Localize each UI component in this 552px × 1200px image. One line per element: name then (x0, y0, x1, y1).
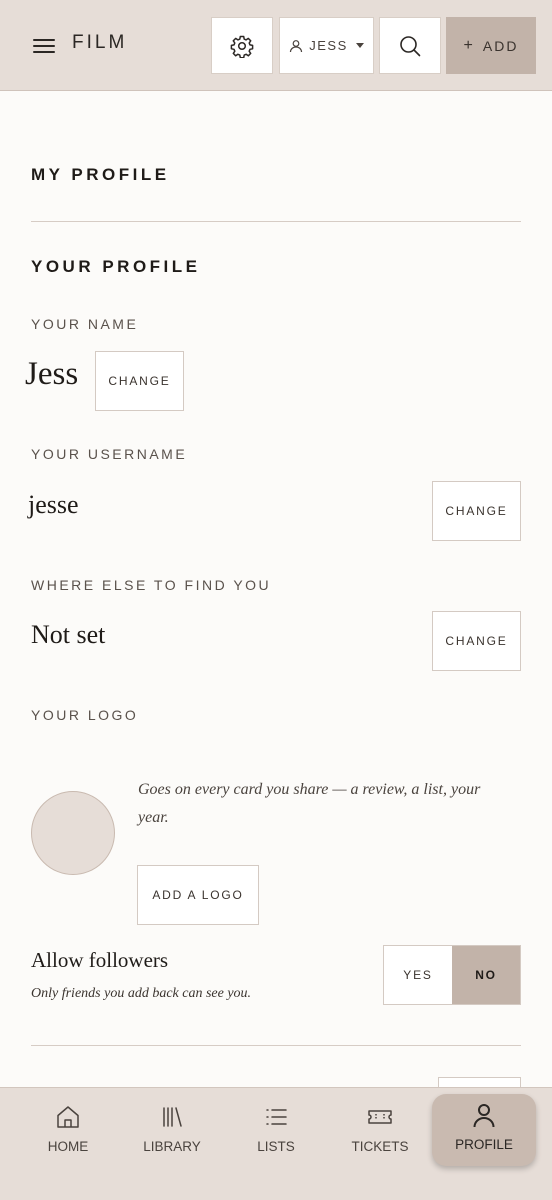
top-bar: FILM JESS + ADD (0, 0, 552, 91)
followers-title: Allow followers (31, 948, 169, 972)
profile-icon (473, 1104, 495, 1128)
nav-item-tickets[interactable]: TICKETS (328, 1096, 432, 1166)
user-menu-button[interactable]: JESS (279, 17, 374, 74)
settings-button[interactable] (211, 17, 273, 74)
nav-label: LISTS (257, 1139, 295, 1154)
username-label: YOUR USERNAME (31, 446, 188, 462)
add-logo-button[interactable]: ADD A LOGO (137, 865, 259, 925)
nav-item-profile[interactable]: PROFILE (432, 1094, 536, 1166)
gear-icon (230, 35, 254, 58)
divider (31, 1045, 521, 1046)
followers-yes-button[interactable]: YES (384, 946, 452, 1004)
page-title: MY PROFILE (31, 165, 170, 184)
username-value: jesse (28, 490, 79, 519)
logo-description: Goes on every card you share — a review,… (138, 781, 481, 826)
profile-content: MY PROFILE YOUR PROFILE YOUR NAME Jess C… (0, 92, 552, 1088)
nav-item-lists[interactable]: LISTS (224, 1096, 328, 1166)
followers-toggle: YES NO (383, 945, 521, 1005)
change-username-button[interactable]: CHANGE (432, 481, 521, 541)
change-links-button[interactable]: CHANGE (432, 611, 521, 671)
brand-title: FILM (72, 32, 128, 53)
links-label: WHERE ELSE TO FIND YOU (31, 577, 272, 593)
user-icon (290, 39, 303, 52)
menu-icon[interactable] (33, 38, 55, 54)
followers-no-button[interactable]: NO (452, 946, 520, 1004)
chevron-down-icon (355, 43, 364, 48)
ticket-icon (368, 1110, 392, 1124)
plus-icon: + (463, 36, 475, 54)
list-icon (266, 1109, 287, 1125)
search-icon (400, 35, 421, 56)
home-icon (57, 1106, 79, 1128)
nav-label: TICKETS (351, 1139, 409, 1154)
divider (31, 221, 521, 222)
nav-item-home[interactable]: HOME (16, 1096, 120, 1166)
nav-label: PROFILE (455, 1137, 513, 1152)
change-name-button[interactable]: CHANGE (95, 351, 184, 411)
add-label: ADD (482, 37, 519, 54)
name-label: YOUR NAME (31, 316, 139, 332)
nav-label: LIBRARY (143, 1139, 201, 1154)
bottom-nav: HOME LIBRARY LISTS TICKETS PROFILE (0, 1087, 552, 1200)
user-name-label: JESS (309, 38, 348, 53)
followers-subtitle: Only friends you add back can see you. (31, 986, 252, 1001)
links-value: Not set (31, 620, 106, 649)
nav-label: HOME (47, 1139, 89, 1154)
section-title: YOUR PROFILE (31, 257, 201, 276)
nav-item-library[interactable]: LIBRARY (120, 1096, 224, 1166)
logo-placeholder (31, 791, 115, 875)
search-button[interactable] (379, 17, 441, 74)
library-icon (163, 1107, 182, 1127)
add-button[interactable]: + ADD (446, 17, 536, 74)
logo-label: YOUR LOGO (31, 707, 139, 723)
name-value: Jess (25, 356, 79, 392)
